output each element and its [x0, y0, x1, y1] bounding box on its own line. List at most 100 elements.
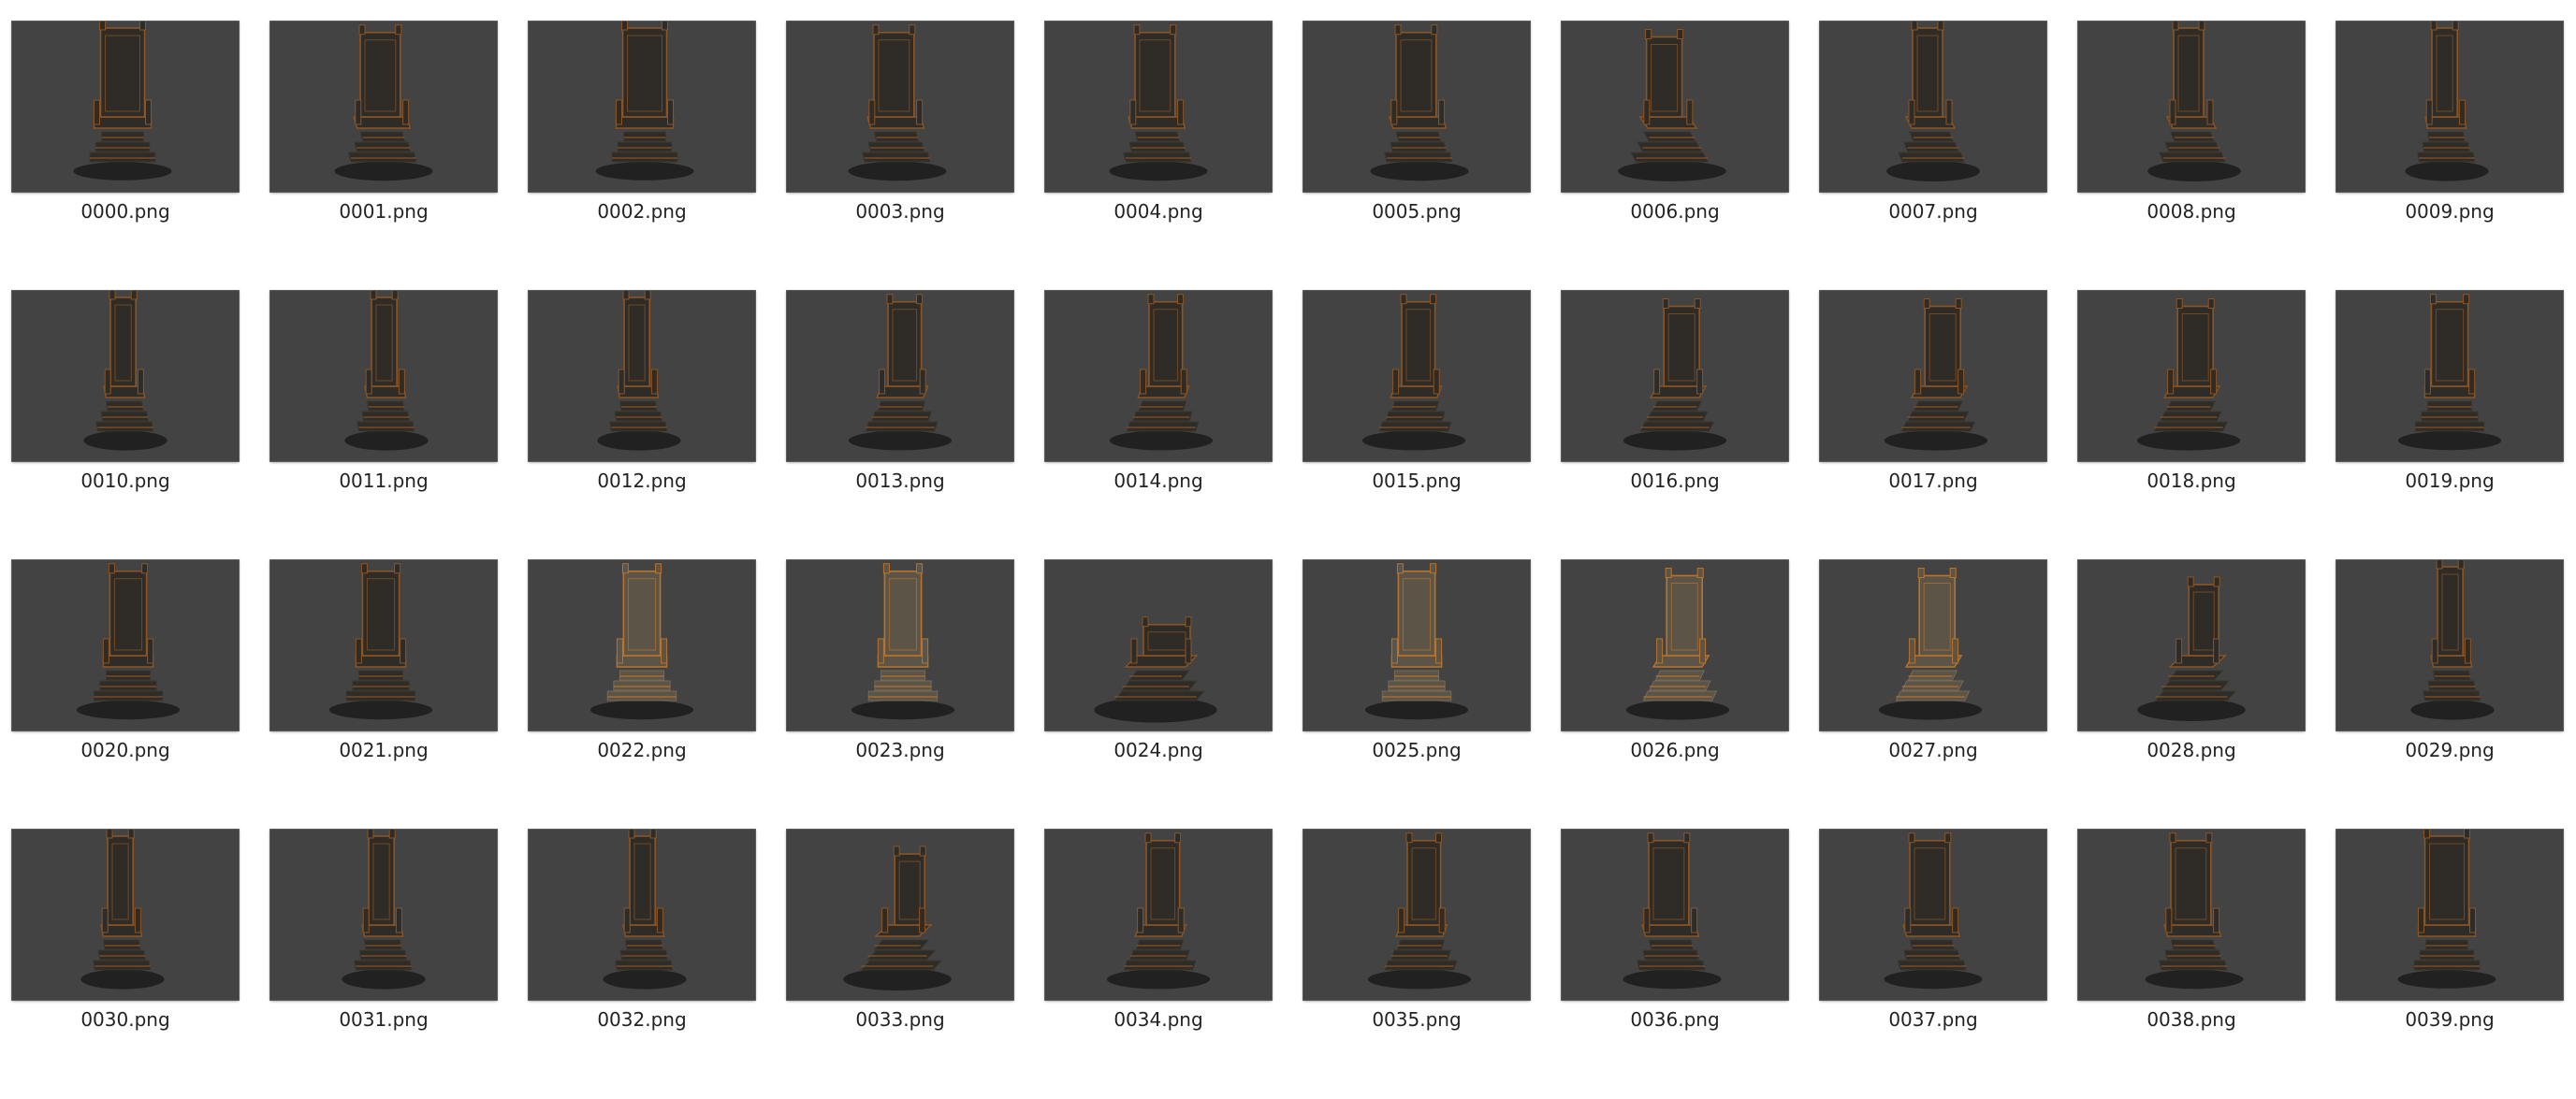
- file-item[interactable]: 0023.png: [787, 560, 1013, 830]
- file-thumbnail[interactable]: [1820, 560, 2046, 730]
- file-item[interactable]: 0038.png: [2078, 830, 2305, 1099]
- file-name-label: 0016.png: [1630, 470, 1720, 492]
- file-item[interactable]: 0016.png: [1562, 291, 1788, 560]
- file-thumbnail[interactable]: [12, 22, 239, 192]
- file-item[interactable]: 0012.png: [529, 291, 755, 560]
- file-thumbnail[interactable]: [1820, 830, 2046, 1000]
- file-thumbnail[interactable]: [1303, 22, 1530, 192]
- file-item[interactable]: 0025.png: [1303, 560, 1530, 830]
- file-thumbnail[interactable]: [787, 560, 1013, 730]
- file-item[interactable]: 0007.png: [1820, 22, 2046, 291]
- file-item[interactable]: 0031.png: [270, 830, 497, 1099]
- file-name-label: 0014.png: [1113, 470, 1203, 492]
- file-item[interactable]: 0029.png: [2336, 560, 2563, 830]
- file-thumbnail[interactable]: [1045, 830, 1272, 1000]
- file-thumbnail[interactable]: [2336, 830, 2563, 1000]
- throne-render-image: [1370, 24, 1469, 181]
- file-thumbnail[interactable]: [2336, 291, 2563, 461]
- file-thumbnail[interactable]: [529, 560, 755, 730]
- file-thumbnail[interactable]: [1562, 830, 1788, 1000]
- file-name-label: 0028.png: [2147, 739, 2236, 761]
- file-thumbnail[interactable]: [1303, 560, 1530, 730]
- file-thumbnail[interactable]: [529, 22, 755, 192]
- file-thumbnail[interactable]: [1303, 291, 1530, 461]
- file-thumbnail[interactable]: [1562, 291, 1788, 461]
- file-thumbnail[interactable]: [2078, 830, 2305, 1000]
- file-item[interactable]: 0010.png: [12, 291, 239, 560]
- file-thumbnail[interactable]: [270, 22, 497, 192]
- file-thumbnail[interactable]: [529, 291, 755, 461]
- file-thumbnail[interactable]: [787, 291, 1013, 461]
- file-name-label: 0012.png: [597, 470, 687, 492]
- file-item[interactable]: 0004.png: [1045, 22, 1272, 291]
- throne-render-image: [76, 563, 181, 720]
- file-thumbnail[interactable]: [2078, 560, 2305, 730]
- file-thumbnail[interactable]: [1562, 22, 1788, 192]
- file-item[interactable]: 0015.png: [1303, 291, 1530, 560]
- file-item[interactable]: 0022.png: [529, 560, 755, 830]
- file-thumbnail[interactable]: [1562, 560, 1788, 730]
- file-name-label: 0034.png: [1113, 1008, 1203, 1031]
- file-item[interactable]: 0005.png: [1303, 22, 1530, 291]
- file-item[interactable]: 0003.png: [787, 22, 1013, 291]
- file-thumbnail[interactable]: [270, 291, 497, 461]
- file-name-label: 0003.png: [855, 200, 945, 223]
- file-thumbnail[interactable]: [12, 830, 239, 1000]
- file-item[interactable]: 0000.png: [12, 22, 239, 291]
- file-thumbnail[interactable]: [270, 830, 497, 1000]
- file-item[interactable]: 0028.png: [2078, 560, 2305, 830]
- file-thumbnail[interactable]: [2078, 22, 2305, 192]
- file-item[interactable]: 0036.png: [1562, 830, 1788, 1099]
- file-item[interactable]: 0033.png: [787, 830, 1013, 1099]
- file-item[interactable]: 0009.png: [2336, 22, 2563, 291]
- file-thumbnail[interactable]: [2336, 560, 2563, 730]
- file-name-label: 0001.png: [339, 200, 429, 223]
- throne-render-image: [1884, 832, 1983, 990]
- file-name-label: 0025.png: [1372, 739, 1462, 761]
- file-item[interactable]: 0008.png: [2078, 22, 2305, 291]
- file-item[interactable]: 0034.png: [1045, 830, 1272, 1099]
- file-item[interactable]: 0037.png: [1820, 830, 2046, 1099]
- file-item[interactable]: 0035.png: [1303, 830, 1530, 1099]
- file-item[interactable]: 0017.png: [1820, 291, 2046, 560]
- file-item[interactable]: 0024.png: [1045, 560, 1272, 830]
- file-thumbnail[interactable]: [787, 22, 1013, 192]
- file-item[interactable]: 0039.png: [2336, 830, 2563, 1099]
- file-item[interactable]: 0026.png: [1562, 560, 1788, 830]
- file-item[interactable]: 0021.png: [270, 560, 497, 830]
- file-item[interactable]: 0019.png: [2336, 291, 2563, 560]
- file-item[interactable]: 0018.png: [2078, 291, 2305, 560]
- file-item[interactable]: 0013.png: [787, 291, 1013, 560]
- file-thumbnail[interactable]: [1820, 22, 2046, 192]
- file-item[interactable]: 0030.png: [12, 830, 239, 1099]
- file-item[interactable]: 0032.png: [529, 830, 755, 1099]
- file-item[interactable]: 0002.png: [529, 22, 755, 291]
- file-thumbnail[interactable]: [1820, 291, 2046, 461]
- file-item[interactable]: 0011.png: [270, 291, 497, 560]
- file-item[interactable]: 0014.png: [1045, 291, 1272, 560]
- file-name-label: 0004.png: [1113, 200, 1203, 223]
- file-thumbnail[interactable]: [1303, 830, 1530, 1000]
- file-thumbnail[interactable]: [270, 560, 497, 730]
- file-item[interactable]: 0027.png: [1820, 560, 2046, 830]
- file-name-label: 0018.png: [2147, 470, 2236, 492]
- file-name-label: 0023.png: [855, 739, 945, 761]
- file-name-label: 0020.png: [80, 739, 170, 761]
- file-thumbnail[interactable]: [2078, 291, 2305, 461]
- throne-render-image: [589, 563, 694, 720]
- file-item[interactable]: 0020.png: [12, 560, 239, 830]
- file-thumbnail[interactable]: [529, 830, 755, 1000]
- file-thumbnail[interactable]: [787, 830, 1013, 1000]
- throne-render-image: [83, 291, 167, 451]
- file-thumbnail[interactable]: [1045, 291, 1272, 461]
- file-item[interactable]: 0006.png: [1562, 22, 1788, 291]
- file-thumbnail[interactable]: [1045, 22, 1272, 192]
- file-thumbnail[interactable]: [12, 291, 239, 461]
- file-thumbnail[interactable]: [12, 560, 239, 730]
- file-thumbnail[interactable]: [2336, 22, 2563, 192]
- file-item[interactable]: 0001.png: [270, 22, 497, 291]
- file-name-label: 0019.png: [2405, 470, 2495, 492]
- file-thumbnail[interactable]: [1045, 560, 1272, 730]
- file-name-label: 0037.png: [1888, 1008, 1978, 1031]
- throne-render-image: [595, 22, 694, 181]
